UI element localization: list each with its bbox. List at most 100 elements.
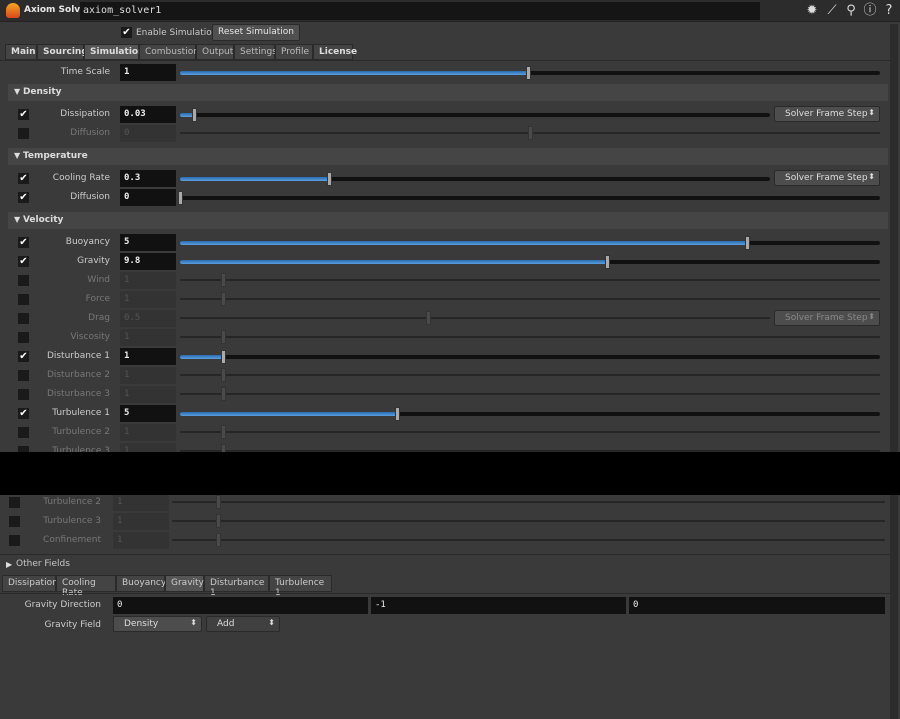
- slider-handle[interactable]: [528, 126, 533, 140]
- gravity-direction-z[interactable]: 0: [629, 597, 885, 614]
- gravity-direction-y[interactable]: -1: [371, 597, 626, 614]
- viscosity-field[interactable]: 1: [120, 329, 176, 346]
- force-field[interactable]: 1: [120, 291, 176, 308]
- turbulence-2-field[interactable]: 1: [113, 495, 169, 511]
- dissipation-slider[interactable]: [180, 108, 770, 122]
- reset-simulation-button[interactable]: Reset Simulation: [212, 24, 300, 41]
- drag-slider[interactable]: [180, 311, 770, 325]
- tab-profile[interactable]: Profile: [275, 44, 313, 60]
- slider-handle[interactable]: [221, 387, 227, 401]
- drag-frame-step-menu[interactable]: Solver Frame Step ⬍: [774, 310, 880, 326]
- other-fields-header[interactable]: Other Fields: [16, 559, 70, 569]
- buoyancy-slider[interactable]: [180, 236, 880, 250]
- slider-handle[interactable]: [178, 191, 183, 205]
- disturbance-1-field[interactable]: 1: [120, 348, 176, 365]
- scrollbar[interactable]: [890, 495, 898, 719]
- slider-handle[interactable]: [221, 425, 227, 439]
- slider-handle[interactable]: [221, 330, 227, 344]
- turbulence-3-slider[interactable]: [180, 444, 880, 452]
- buoyancy-field[interactable]: 5: [120, 234, 176, 251]
- section-density[interactable]: ▼ Density: [8, 84, 888, 101]
- field-tab-buoyancy[interactable]: Buoyancy: [116, 575, 166, 592]
- field-tab-cooling-rate[interactable]: Cooling Rate: [56, 575, 116, 598]
- node-icon[interactable]: [6, 3, 20, 18]
- section-velocity[interactable]: ▼ Velocity: [8, 212, 888, 229]
- slider-handle[interactable]: [525, 66, 531, 80]
- disturbance-2-field[interactable]: 1: [120, 367, 176, 384]
- node-name-field[interactable]: axiom_solver1: [80, 2, 760, 20]
- disturbance-1-slider[interactable]: [180, 350, 880, 364]
- slider-handle[interactable]: [745, 236, 750, 250]
- field-tab-gravity[interactable]: Gravity: [165, 575, 204, 592]
- gravity-direction-x[interactable]: 0: [113, 597, 368, 614]
- viscosity-slider[interactable]: [180, 330, 880, 344]
- diffusion-slider[interactable]: [178, 191, 880, 205]
- gravity-slider[interactable]: [180, 255, 880, 269]
- expand-arrow-icon[interactable]: ▶: [6, 560, 12, 569]
- enable-simulation-checkbox[interactable]: ✔: [121, 27, 132, 38]
- disturbance-3-slider[interactable]: [180, 387, 880, 401]
- gravity-op-menu[interactable]: Add ⬍: [206, 616, 280, 632]
- diffusion-slider[interactable]: [180, 126, 880, 140]
- dissipation-frame-step-menu[interactable]: Solver Frame Step ⬍: [774, 106, 880, 122]
- gravity-field[interactable]: 9.8: [120, 253, 176, 270]
- force-slider[interactable]: [180, 292, 880, 306]
- turbulence-2-field[interactable]: 1: [120, 424, 176, 441]
- field-tab-dissipation[interactable]: Dissipation: [2, 575, 58, 592]
- brush-icon[interactable]: ⟋: [824, 3, 840, 19]
- slider-handle[interactable]: [327, 172, 333, 186]
- diffusion-field[interactable]: 0: [120, 125, 176, 142]
- disturbance-2-slider[interactable]: [180, 368, 880, 382]
- confinement-slider[interactable]: [172, 533, 885, 547]
- slider-handle[interactable]: [192, 108, 198, 122]
- help-icon[interactable]: ?: [881, 3, 897, 19]
- gravity-field-menu[interactable]: Density ⬍: [113, 616, 202, 632]
- section-temperature[interactable]: ▼ Temperature: [8, 148, 888, 165]
- cooling-rate-frame-step-menu[interactable]: Solver Frame Step ⬍: [774, 170, 880, 186]
- slider-handle[interactable]: [221, 350, 227, 364]
- section-title: Velocity: [22, 215, 64, 225]
- drag-field[interactable]: 0.5: [120, 310, 176, 327]
- cooling-rate-field[interactable]: 0.3: [120, 170, 176, 187]
- time-scale-slider[interactable]: [180, 66, 880, 80]
- cooling-rate-slider[interactable]: [180, 172, 770, 186]
- tab-license[interactable]: License: [313, 44, 357, 60]
- scrollbar[interactable]: [890, 24, 898, 452]
- turbulence-3-field[interactable]: 1: [113, 513, 169, 530]
- wind-field[interactable]: 1: [120, 272, 176, 289]
- slider-handle[interactable]: [605, 255, 610, 269]
- turbulence-1-slider[interactable]: [180, 407, 880, 421]
- slider-handle[interactable]: [216, 514, 222, 528]
- slider-handle[interactable]: [425, 311, 431, 325]
- gear-icon[interactable]: ✹: [804, 3, 820, 19]
- slider-handle[interactable]: [221, 444, 227, 452]
- slider-handle[interactable]: [395, 407, 400, 421]
- tab-sourcing[interactable]: Sourcing: [37, 44, 88, 60]
- confinement-field[interactable]: 1: [113, 532, 169, 549]
- field-tab-disturbance-1[interactable]: Disturbance 1: [204, 575, 269, 598]
- search-icon[interactable]: ⚲: [843, 3, 859, 19]
- tab-output[interactable]: Output: [196, 44, 234, 60]
- tab-combustion[interactable]: Combustion: [139, 44, 199, 60]
- dissipation-field[interactable]: 0.03: [120, 106, 176, 123]
- slider-handle[interactable]: [221, 368, 227, 382]
- info-icon[interactable]: ⓘ: [862, 3, 878, 19]
- disturbance-3-field[interactable]: 1: [120, 386, 176, 403]
- turbulence-2-slider[interactable]: [172, 495, 885, 509]
- field-tab-turbulence-1[interactable]: Turbulence 1: [269, 575, 332, 598]
- turbulence-3-field[interactable]: 1: [120, 443, 176, 452]
- slider-handle[interactable]: [216, 495, 222, 509]
- tab-simulation[interactable]: Simulation: [84, 44, 145, 60]
- slider-handle[interactable]: [216, 533, 222, 547]
- turbulence-2-slider[interactable]: [180, 425, 880, 439]
- slider-handle[interactable]: [221, 273, 227, 287]
- time-scale-field[interactable]: 1: [120, 64, 176, 81]
- turbulence-3-slider[interactable]: [172, 514, 885, 528]
- slider-handle[interactable]: [221, 292, 227, 306]
- tab-main[interactable]: Main: [5, 44, 37, 60]
- diffusion-field[interactable]: 0: [120, 189, 176, 206]
- wind-slider[interactable]: [180, 273, 880, 287]
- tab-settings[interactable]: Settings: [234, 44, 277, 60]
- updown-icon: ⬍: [268, 618, 275, 627]
- turbulence-1-field[interactable]: 5: [120, 405, 176, 422]
